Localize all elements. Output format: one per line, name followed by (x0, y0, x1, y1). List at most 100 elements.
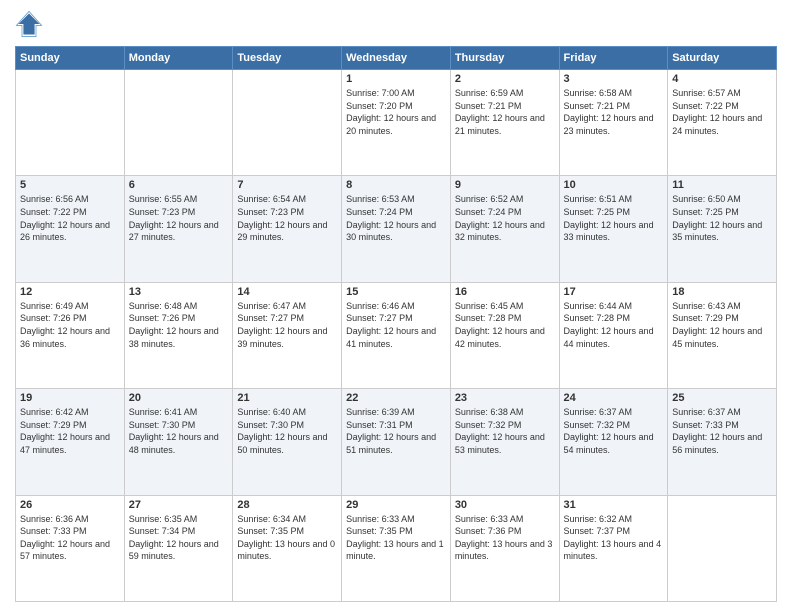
calendar-cell: 13 Sunrise: 6:48 AM Sunset: 7:26 PM Dayl… (124, 282, 233, 388)
day-number: 25 (672, 392, 772, 404)
sunrise: Sunrise: 6:37 AM (672, 407, 741, 417)
calendar-cell: 6 Sunrise: 6:55 AM Sunset: 7:23 PM Dayli… (124, 176, 233, 282)
calendar-cell (124, 70, 233, 176)
sunrise: Sunrise: 6:53 AM (346, 194, 415, 204)
daylight: Daylight: 12 hours and 33 minutes. (564, 220, 654, 243)
logo-icon (15, 10, 43, 38)
day-info: Sunrise: 6:55 AM Sunset: 7:23 PM Dayligh… (129, 193, 229, 243)
sunset: Sunset: 7:34 PM (129, 526, 196, 536)
daylight: Daylight: 12 hours and 45 minutes. (672, 326, 762, 349)
daylight: Daylight: 12 hours and 47 minutes. (20, 432, 110, 455)
sunrise: Sunrise: 6:50 AM (672, 194, 741, 204)
day-info: Sunrise: 6:49 AM Sunset: 7:26 PM Dayligh… (20, 300, 120, 350)
calendar-cell: 20 Sunrise: 6:41 AM Sunset: 7:30 PM Dayl… (124, 389, 233, 495)
calendar-cell: 24 Sunrise: 6:37 AM Sunset: 7:32 PM Dayl… (559, 389, 668, 495)
day-info: Sunrise: 6:57 AM Sunset: 7:22 PM Dayligh… (672, 87, 772, 137)
sunrise: Sunrise: 6:41 AM (129, 407, 198, 417)
daylight: Daylight: 12 hours and 35 minutes. (672, 220, 762, 243)
weekday-header: Sunday (16, 47, 125, 70)
day-info: Sunrise: 6:56 AM Sunset: 7:22 PM Dayligh… (20, 193, 120, 243)
sunrise: Sunrise: 6:33 AM (455, 514, 524, 524)
calendar-cell: 12 Sunrise: 6:49 AM Sunset: 7:26 PM Dayl… (16, 282, 125, 388)
sunrise: Sunrise: 6:47 AM (237, 301, 306, 311)
calendar-cell: 10 Sunrise: 6:51 AM Sunset: 7:25 PM Dayl… (559, 176, 668, 282)
day-number: 9 (455, 179, 555, 191)
sunrise: Sunrise: 6:54 AM (237, 194, 306, 204)
sunrise: Sunrise: 6:57 AM (672, 88, 741, 98)
sunrise: Sunrise: 6:36 AM (20, 514, 89, 524)
sunrise: Sunrise: 6:32 AM (564, 514, 633, 524)
day-info: Sunrise: 6:34 AM Sunset: 7:35 PM Dayligh… (237, 513, 337, 563)
header (15, 10, 777, 38)
sunrise: Sunrise: 6:43 AM (672, 301, 741, 311)
calendar-cell (668, 495, 777, 601)
calendar-cell: 8 Sunrise: 6:53 AM Sunset: 7:24 PM Dayli… (342, 176, 451, 282)
day-number: 17 (564, 286, 664, 298)
daylight: Daylight: 13 hours and 4 minutes. (564, 539, 662, 562)
day-number: 26 (20, 499, 120, 511)
sunset: Sunset: 7:26 PM (20, 313, 87, 323)
calendar-body: 1 Sunrise: 7:00 AM Sunset: 7:20 PM Dayli… (16, 70, 777, 602)
day-info: Sunrise: 7:00 AM Sunset: 7:20 PM Dayligh… (346, 87, 446, 137)
sunrise: Sunrise: 6:52 AM (455, 194, 524, 204)
sunrise: Sunrise: 6:55 AM (129, 194, 198, 204)
daylight: Daylight: 12 hours and 24 minutes. (672, 113, 762, 136)
day-info: Sunrise: 6:37 AM Sunset: 7:32 PM Dayligh… (564, 406, 664, 456)
day-info: Sunrise: 6:41 AM Sunset: 7:30 PM Dayligh… (129, 406, 229, 456)
day-info: Sunrise: 6:37 AM Sunset: 7:33 PM Dayligh… (672, 406, 772, 456)
sunset: Sunset: 7:35 PM (346, 526, 413, 536)
calendar-cell: 17 Sunrise: 6:44 AM Sunset: 7:28 PM Dayl… (559, 282, 668, 388)
sunset: Sunset: 7:33 PM (20, 526, 87, 536)
day-info: Sunrise: 6:32 AM Sunset: 7:37 PM Dayligh… (564, 513, 664, 563)
day-number: 29 (346, 499, 446, 511)
sunset: Sunset: 7:24 PM (346, 207, 413, 217)
weekday-header: Tuesday (233, 47, 342, 70)
calendar-cell: 25 Sunrise: 6:37 AM Sunset: 7:33 PM Dayl… (668, 389, 777, 495)
sunset: Sunset: 7:30 PM (237, 420, 304, 430)
header-row: SundayMondayTuesdayWednesdayThursdayFrid… (16, 47, 777, 70)
day-number: 21 (237, 392, 337, 404)
day-number: 10 (564, 179, 664, 191)
daylight: Daylight: 12 hours and 41 minutes. (346, 326, 436, 349)
day-info: Sunrise: 6:36 AM Sunset: 7:33 PM Dayligh… (20, 513, 120, 563)
day-info: Sunrise: 6:48 AM Sunset: 7:26 PM Dayligh… (129, 300, 229, 350)
daylight: Daylight: 12 hours and 59 minutes. (129, 539, 219, 562)
weekday-header: Monday (124, 47, 233, 70)
sunset: Sunset: 7:20 PM (346, 101, 413, 111)
day-info: Sunrise: 6:51 AM Sunset: 7:25 PM Dayligh… (564, 193, 664, 243)
day-number: 18 (672, 286, 772, 298)
day-number: 7 (237, 179, 337, 191)
daylight: Daylight: 12 hours and 30 minutes. (346, 220, 436, 243)
sunrise: Sunrise: 6:46 AM (346, 301, 415, 311)
calendar-page: SundayMondayTuesdayWednesdayThursdayFrid… (0, 0, 792, 612)
calendar-cell: 2 Sunrise: 6:59 AM Sunset: 7:21 PM Dayli… (450, 70, 559, 176)
weekday-header: Saturday (668, 47, 777, 70)
day-number: 2 (455, 73, 555, 85)
day-info: Sunrise: 6:46 AM Sunset: 7:27 PM Dayligh… (346, 300, 446, 350)
daylight: Daylight: 12 hours and 38 minutes. (129, 326, 219, 349)
sunset: Sunset: 7:22 PM (672, 101, 739, 111)
sunset: Sunset: 7:23 PM (129, 207, 196, 217)
day-number: 14 (237, 286, 337, 298)
sunset: Sunset: 7:36 PM (455, 526, 522, 536)
day-number: 28 (237, 499, 337, 511)
sunrise: Sunrise: 6:59 AM (455, 88, 524, 98)
sunset: Sunset: 7:21 PM (564, 101, 631, 111)
day-number: 4 (672, 73, 772, 85)
day-info: Sunrise: 6:58 AM Sunset: 7:21 PM Dayligh… (564, 87, 664, 137)
day-number: 11 (672, 179, 772, 191)
day-info: Sunrise: 6:52 AM Sunset: 7:24 PM Dayligh… (455, 193, 555, 243)
sunset: Sunset: 7:27 PM (346, 313, 413, 323)
day-number: 22 (346, 392, 446, 404)
day-info: Sunrise: 6:40 AM Sunset: 7:30 PM Dayligh… (237, 406, 337, 456)
calendar-cell: 9 Sunrise: 6:52 AM Sunset: 7:24 PM Dayli… (450, 176, 559, 282)
daylight: Daylight: 12 hours and 50 minutes. (237, 432, 327, 455)
day-number: 6 (129, 179, 229, 191)
day-number: 24 (564, 392, 664, 404)
day-info: Sunrise: 6:33 AM Sunset: 7:35 PM Dayligh… (346, 513, 446, 563)
sunset: Sunset: 7:31 PM (346, 420, 413, 430)
day-info: Sunrise: 6:50 AM Sunset: 7:25 PM Dayligh… (672, 193, 772, 243)
sunrise: Sunrise: 6:51 AM (564, 194, 633, 204)
daylight: Daylight: 12 hours and 23 minutes. (564, 113, 654, 136)
sunset: Sunset: 7:24 PM (455, 207, 522, 217)
